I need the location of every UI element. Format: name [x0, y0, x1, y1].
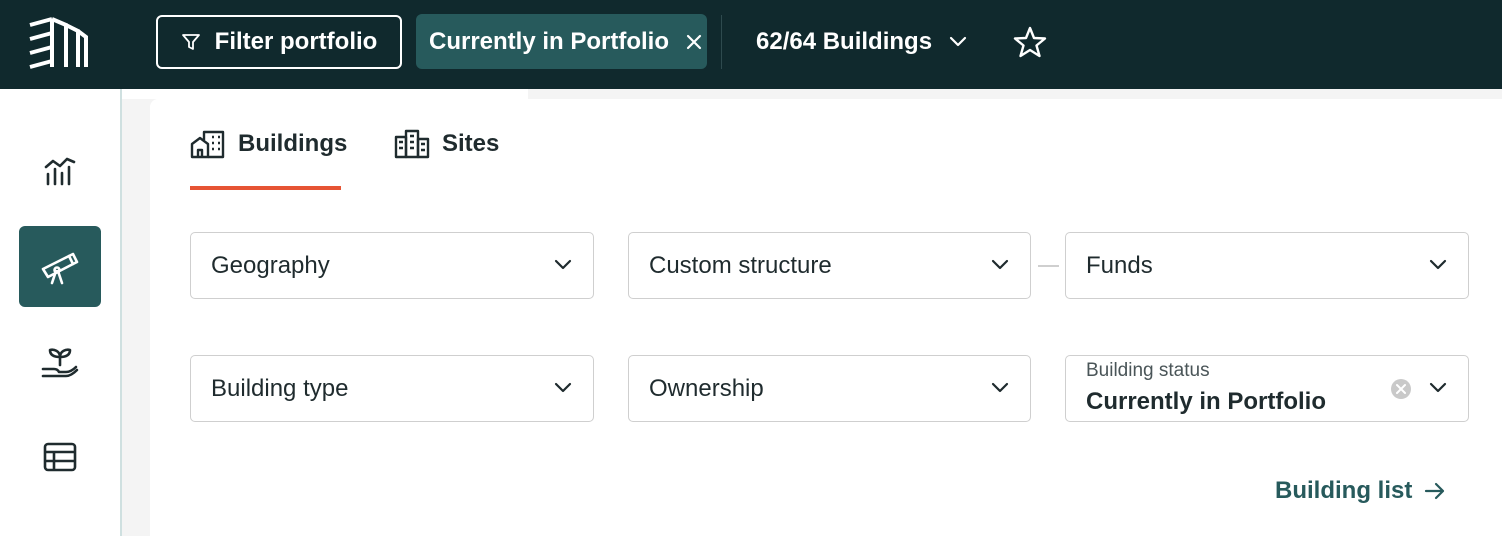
building-count-dropdown[interactable]: 62/64 Buildings	[756, 20, 968, 64]
building-type-label: Building type	[211, 374, 349, 402]
active-filter-chip-label: Currently in Portfolio	[429, 27, 669, 55]
clear-icon[interactable]	[1390, 378, 1412, 400]
building-status-label: Building status	[1086, 360, 1210, 381]
sidebar-item-sustainability[interactable]	[19, 322, 101, 403]
header-divider	[721, 15, 722, 69]
chevron-down-icon	[991, 382, 1009, 393]
chevron-down-icon	[554, 259, 572, 270]
connector-dash	[1038, 265, 1059, 267]
chart-icon	[44, 157, 76, 185]
sites-icon	[394, 129, 430, 159]
table-icon	[43, 442, 77, 471]
chevron-down-icon	[991, 259, 1009, 270]
building-list-link[interactable]: Building list	[1275, 474, 1446, 508]
building-type-dropdown[interactable]: Building type	[190, 355, 594, 422]
filter-portfolio-label: Filter portfolio	[214, 28, 378, 55]
geography-dropdown[interactable]: Geography	[190, 232, 594, 299]
arrow-right-icon	[1425, 482, 1445, 500]
sidebar-item-analytics[interactable]	[19, 129, 101, 210]
chevron-down-icon	[554, 382, 572, 393]
active-filter-chip[interactable]: Currently in Portfolio	[416, 14, 707, 69]
funds-dropdown[interactable]: Funds	[1065, 232, 1469, 299]
tab-buildings-label: Buildings	[238, 130, 348, 157]
sprout-hand-icon	[41, 347, 79, 377]
building-status-dropdown[interactable]: Building status Currently in Portfolio	[1065, 355, 1469, 422]
sidebar-item-table[interactable]	[19, 416, 101, 497]
building-list-label: Building list	[1275, 477, 1413, 504]
top-strip	[122, 89, 528, 99]
sidebar-item-explore[interactable]	[19, 226, 101, 307]
tab-sites-label: Sites	[442, 130, 500, 157]
buildings-icon	[190, 130, 225, 159]
building-count-label: 62/64 Buildings	[756, 28, 933, 55]
filter-icon	[181, 34, 200, 50]
building-logo-icon[interactable]	[26, 15, 88, 69]
close-icon[interactable]	[683, 31, 705, 53]
filter-portfolio-button[interactable]: Filter portfolio	[156, 15, 402, 69]
custom-structure-dropdown[interactable]: Custom structure	[628, 232, 1031, 299]
ownership-label: Ownership	[649, 374, 764, 402]
geography-label: Geography	[211, 251, 330, 279]
chevron-down-icon	[1429, 382, 1447, 393]
tab-sites[interactable]: Sites	[394, 127, 499, 161]
top-bar: Filter portfolio Currently in Portfolio …	[0, 0, 1502, 89]
active-tab-indicator	[190, 186, 341, 190]
chevron-down-icon	[1429, 259, 1447, 270]
ownership-dropdown[interactable]: Ownership	[628, 355, 1031, 422]
telescope-icon	[41, 252, 79, 284]
main-panel	[150, 99, 1502, 536]
tab-buildings[interactable]: Buildings	[190, 127, 347, 161]
sidebar	[0, 89, 122, 536]
star-icon[interactable]	[1013, 25, 1047, 59]
funds-label: Funds	[1086, 251, 1153, 279]
building-status-value: Currently in Portfolio	[1086, 388, 1326, 415]
custom-structure-label: Custom structure	[649, 251, 832, 279]
chevron-down-icon	[949, 36, 967, 47]
